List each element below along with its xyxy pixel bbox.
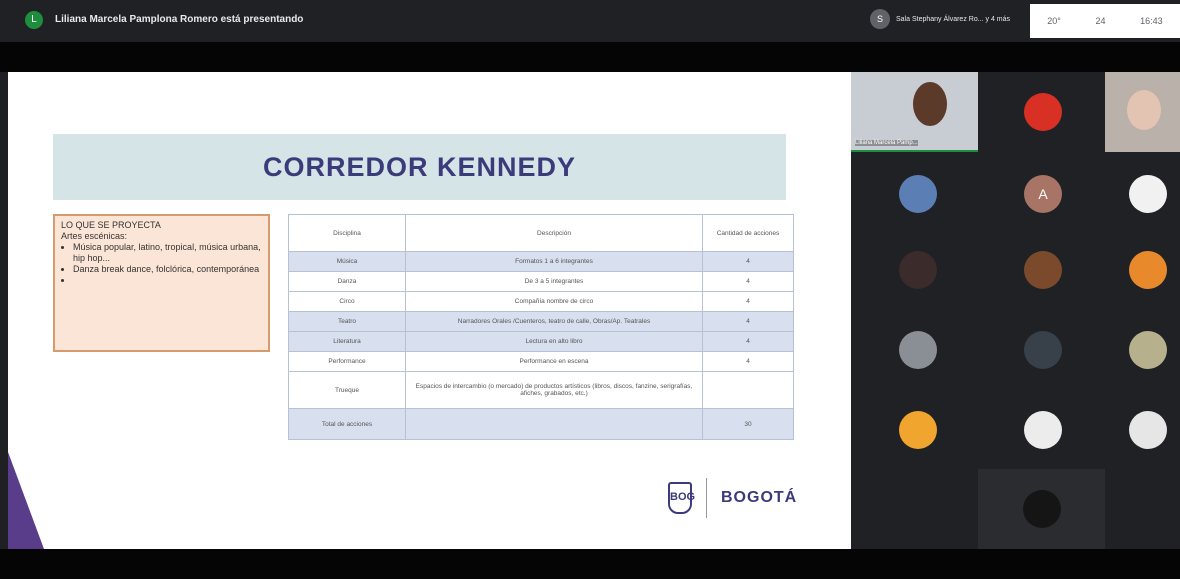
participant-tile[interactable]: A [988, 154, 1098, 234]
participant-video[interactable]: Liliana Marcela Pamp... [851, 72, 978, 152]
cell-description: Formatos 1 a 6 integrantes [405, 251, 703, 272]
cell-discipline: Teatro [288, 311, 406, 332]
avatar [1022, 490, 1061, 528]
participant-tile[interactable] [1115, 310, 1180, 390]
cell-discipline: Trueque [288, 371, 406, 409]
projection-heading: LO QUE SE PROYECTA [61, 220, 161, 230]
participant-tile[interactable] [863, 230, 973, 310]
actions-table: Disciplina Descripción Cantidad de accio… [288, 214, 794, 440]
cell-description: Espacios de intercambio (o mercado) de p… [405, 371, 703, 409]
grid-count[interactable]: 24 [1096, 16, 1106, 26]
shield-icon: BOG [668, 482, 695, 514]
list-item [73, 275, 262, 286]
cell-discipline: Circo [288, 291, 406, 312]
list-item: Música popular, latino, tropical, música… [73, 242, 262, 264]
participant-grid: Liliana Marcela Pamp... A [851, 72, 1180, 549]
cell-total-label: Total de acciones [288, 408, 406, 440]
participant-tile[interactable] [1115, 390, 1180, 470]
participant-tile[interactable] [863, 154, 973, 234]
cell-qty [702, 371, 794, 409]
cell-discipline: Danza [288, 271, 406, 292]
slide-title-bar: CORREDOR KENNEDY [53, 134, 786, 200]
avatar [899, 331, 937, 369]
table-header-row: Disciplina Descripción Cantidad de accio… [288, 214, 794, 252]
avatar [1024, 93, 1062, 131]
column-header: Descripción [405, 214, 703, 252]
bottom-bar [0, 549, 1180, 579]
participant-face [1127, 90, 1161, 130]
cell-description: De 3 a 5 integrantes [405, 271, 703, 292]
presenter-avatar: L [25, 11, 43, 29]
temperature-text: 20° [1047, 16, 1061, 26]
status-panel: 20° 24 16:43 [1030, 4, 1180, 38]
cell-qty: 4 [702, 351, 794, 372]
participant-tile[interactable] [978, 469, 1105, 549]
projection-list: Música popular, latino, tropical, música… [61, 242, 262, 286]
cell-discipline: Performance [288, 351, 406, 372]
bogota-logo: BOGOTÁ [721, 489, 798, 506]
avatar [1024, 251, 1062, 289]
table-row: Circo Compañía nombre de circo 4 [288, 291, 794, 312]
pinned-avatar: S [870, 9, 890, 29]
participant-video[interactable] [1105, 72, 1180, 152]
avatar [1024, 411, 1062, 449]
speaking-indicator [851, 150, 978, 152]
meeting-top-bar: L Liliana Marcela Pamplona Romero está p… [0, 0, 1180, 42]
participant-tile[interactable] [988, 310, 1098, 390]
table-row: Música Formatos 1 a 6 integrantes 4 [288, 251, 794, 272]
avatar [899, 411, 937, 449]
decorative-triangle [8, 452, 44, 549]
pinned-text: Sala Stephany Álvarez Ro... y 4 más [896, 15, 1010, 23]
cell-description: Performance en escena [405, 351, 703, 372]
avatar [1128, 331, 1167, 369]
participant-face [913, 82, 947, 126]
participant-tile[interactable] [1115, 154, 1180, 234]
cell-description: Lectura en alto libro [405, 331, 703, 352]
cell-description: Narradores Orales /Cuenteros, teatro de … [405, 311, 703, 332]
table-total-row: Total de acciones 30 [288, 408, 794, 440]
presenting-status: Liliana Marcela Pamplona Romero está pre… [55, 14, 304, 25]
participant-tile[interactable] [863, 390, 973, 470]
slide-title: CORREDOR KENNEDY [262, 151, 577, 182]
participant-tile[interactable] [988, 72, 1098, 152]
table-row: Literatura Lectura en alto libro 4 [288, 331, 794, 352]
clock-text: 16:43 [1140, 16, 1163, 26]
cell-qty: 4 [702, 271, 794, 292]
logo-divider [706, 478, 707, 518]
avatar [899, 175, 937, 213]
cell-qty: 4 [702, 331, 794, 352]
participant-caption: Liliana Marcela Pamp... [855, 140, 918, 146]
cell-total-qty: 30 [702, 408, 794, 440]
column-header: Disciplina [288, 214, 406, 252]
cell-qty: 4 [702, 251, 794, 272]
participant-tile[interactable] [988, 230, 1098, 310]
top-spacer [0, 42, 1180, 72]
presentation-slide: CORREDOR KENNEDY LO QUE SE PROYECTA Arte… [8, 72, 851, 549]
table-row: Performance Performance en escena 4 [288, 351, 794, 372]
table-row: Danza De 3 a 5 integrantes 4 [288, 271, 794, 292]
cell-discipline: Literatura [288, 331, 406, 352]
projection-subheading: Artes escénicas: [61, 231, 128, 241]
column-header: Cantidad de acciones [702, 214, 794, 252]
table-row: Teatro Narradores Orales /Cuenteros, tea… [288, 311, 794, 332]
avatar [1128, 411, 1167, 449]
cell-qty: 4 [702, 311, 794, 332]
pinned-participants[interactable]: S Sala Stephany Álvarez Ro... y 4 más [870, 9, 1016, 29]
avatar [1024, 331, 1062, 369]
projection-box: LO QUE SE PROYECTA Artes escénicas: Músi… [53, 214, 270, 352]
participant-tile[interactable] [1115, 230, 1180, 310]
cell-discipline: Música [288, 251, 406, 272]
cell-description: Compañía nombre de circo [405, 291, 703, 312]
avatar [1128, 251, 1167, 289]
avatar: A [1024, 175, 1062, 213]
avatar [899, 251, 937, 289]
table-row: Trueque Espacios de intercambio (o merca… [288, 371, 794, 409]
participant-tile[interactable] [988, 390, 1098, 470]
list-item: Danza break dance, folclórica, contempor… [73, 264, 262, 275]
cell-qty: 4 [702, 291, 794, 312]
institution-logos: BOG BOGOTÁ [668, 478, 797, 518]
cell-description [405, 408, 703, 440]
participant-tile[interactable] [863, 310, 973, 390]
avatar [1128, 175, 1167, 213]
